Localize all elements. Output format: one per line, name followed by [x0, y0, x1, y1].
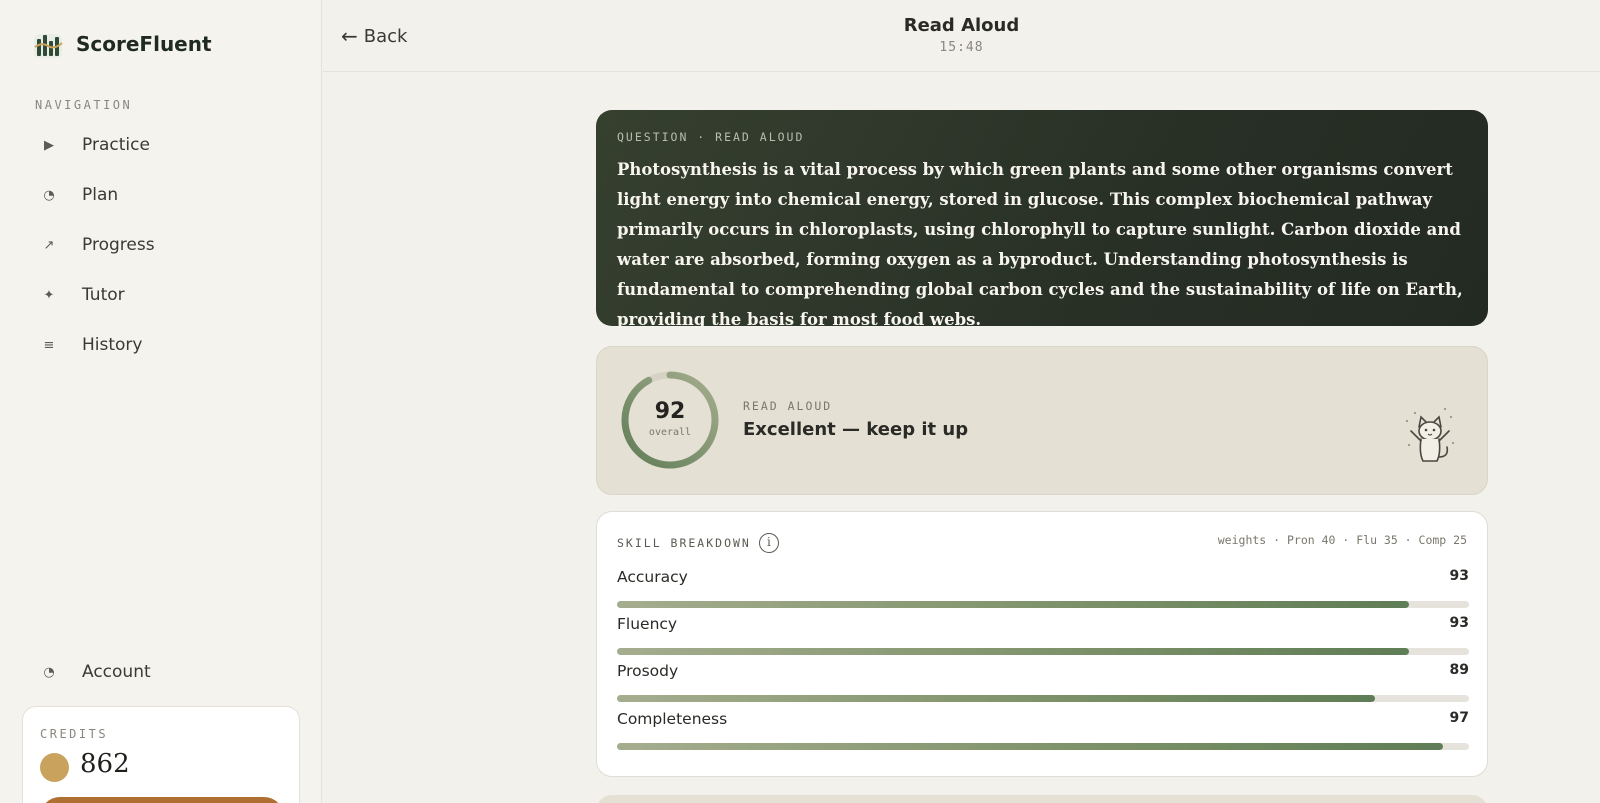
question-card: QUESTION · READ ALOUD Photosynthesis is … [596, 110, 1488, 329]
skill-value: 93 [1449, 615, 1469, 631]
skill-bar-track [617, 647, 1469, 655]
breakdown-title: SKILL BREAKDOWN [617, 536, 751, 550]
question-text: Photosynthesis is a vital process by whi… [617, 160, 1463, 329]
question-label: QUESTION · READ ALOUD [617, 130, 805, 144]
skill-value: 89 [1449, 662, 1469, 678]
sidebar-item-label: Practice [82, 135, 150, 155]
sidebar-item-plan[interactable]: ◔ Plan [24, 170, 300, 220]
sidebar-item-label: Tutor [82, 285, 125, 305]
brand-name: ScoreFluent [76, 32, 212, 56]
scrollbar[interactable] [1588, 72, 1600, 803]
skill-bar-fill [617, 600, 1410, 608]
breakdown-weights: weights · Pron 40 · Flu 35 · Comp 25 [1217, 533, 1467, 547]
score-verdict: Excellent — keep it up [743, 419, 969, 440]
sidebar-item-account[interactable]: ◔ Account [24, 647, 300, 697]
skill-name: Completeness [617, 710, 728, 728]
overall-label: overall [648, 427, 692, 438]
sidebar: ScoreFluent NAVIGATION ▶ Practice ◔ Plan… [0, 0, 322, 803]
arrow-up-right-icon: ↗ [43, 237, 55, 253]
sidebar-item-practice[interactable]: ▶ Practice [24, 120, 300, 170]
skill-name: Accuracy [617, 568, 688, 586]
skill-row-accuracy: Accuracy 93 [617, 568, 1469, 608]
mascot-cat-icon [1406, 408, 1454, 462]
coin-icon [40, 753, 69, 782]
sidebar-item-history[interactable]: ≡ History [24, 320, 300, 370]
play-icon: ▶ [44, 137, 54, 153]
skill-breakdown-card: SKILL BREAKDOWN i weights · Pron 40 · Fl… [596, 511, 1488, 777]
overall-score: 92 [654, 399, 686, 424]
skill-bar-track [617, 694, 1469, 702]
skill-bar-fill [617, 694, 1376, 702]
credits-label: CREDITS [40, 727, 109, 741]
skill-value: 93 [1449, 568, 1469, 584]
sparkle-icon: ✦ [43, 287, 55, 303]
next-card [596, 795, 1488, 803]
credits-card: CREDITS 862 [22, 706, 300, 803]
sidebar-item-progress[interactable]: ↗ Progress [24, 220, 300, 270]
account-section: ◔ Account [24, 647, 300, 697]
buy-credits-button[interactable] [40, 797, 284, 803]
skill-name: Fluency [617, 615, 678, 633]
topbar: ← Back Read Aloud 15:48 [323, 0, 1600, 72]
sidebar-item-label: Progress [82, 235, 155, 255]
sidebar-item-label: History [82, 335, 143, 355]
credits-value: 862 [80, 749, 130, 779]
list-icon: ≡ [43, 337, 55, 353]
skill-bar-track [617, 742, 1469, 750]
skill-name: Prosody [617, 662, 679, 680]
skill-bar-fill [617, 742, 1444, 750]
page-title: Read Aloud [903, 15, 1020, 36]
timer: 15:48 [939, 40, 984, 55]
skill-bar-fill [617, 647, 1410, 655]
pie-icon: ◔ [43, 187, 55, 203]
logo-icon [32, 28, 64, 60]
skill-row-fluency: Fluency 93 [617, 615, 1469, 655]
brand[interactable]: ScoreFluent [32, 28, 212, 60]
skill-row-prosody: Prosody 89 [617, 662, 1469, 702]
sidebar-item-label: Plan [82, 185, 119, 205]
skill-value: 97 [1449, 710, 1469, 726]
skill-bar-track [617, 600, 1469, 608]
breakdown-header: SKILL BREAKDOWN i [617, 533, 779, 553]
sidebar-item-label: Account [82, 662, 151, 682]
pie-icon: ◔ [43, 664, 55, 680]
score-card: 92 overall READ ALOUD Excellent — keep i… [596, 346, 1488, 495]
skill-row-completeness: Completeness 97 [617, 710, 1469, 750]
score-kicker: READ ALOUD [743, 399, 833, 413]
nav-list: ▶ Practice ◔ Plan ↗ Progress ✦ Tutor ≡ H… [24, 120, 300, 370]
sidebar-item-tutor[interactable]: ✦ Tutor [24, 270, 300, 320]
nav-heading: NAVIGATION [35, 98, 133, 112]
info-icon[interactable]: i [758, 533, 779, 553]
